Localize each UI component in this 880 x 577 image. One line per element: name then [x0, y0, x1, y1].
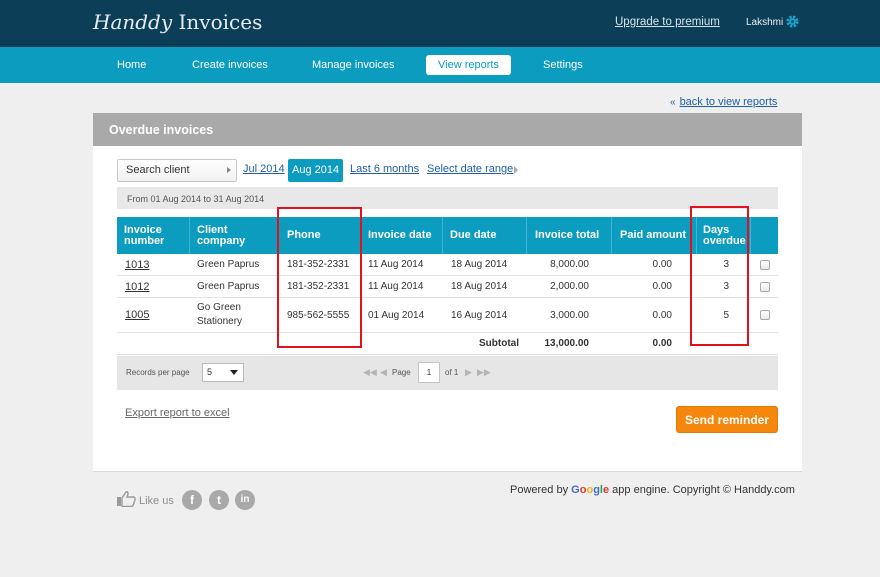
- table-header: Invoice number Client company Phone Invo…: [117, 217, 778, 254]
- powered-suffix: app engine. Copyright © Handdy.com: [612, 484, 795, 496]
- back-link-label: back to view reports: [679, 96, 778, 108]
- linkedin-icon[interactable]: in: [235, 490, 255, 510]
- last-page-icon[interactable]: ▶▶: [477, 367, 491, 378]
- highlight-box-days-overdue: [690, 206, 749, 346]
- caret-right-icon: [514, 166, 518, 174]
- app-logo[interactable]: Handdy Invoices: [93, 10, 262, 34]
- date-range-text: From 01 Aug 2014 to 31 Aug 2014: [117, 187, 778, 209]
- powered-by-text: Powered by Google app engine. Copyright …: [510, 484, 795, 496]
- page-of-label: of 1: [445, 368, 459, 377]
- nav-view-reports[interactable]: View reports: [426, 55, 511, 75]
- caret-down-icon: [230, 370, 238, 375]
- col-invoice-number[interactable]: Invoice number: [117, 217, 190, 254]
- col-due-date[interactable]: Due date: [443, 217, 527, 254]
- client-cell: Green Paprus: [197, 281, 260, 292]
- col-invoice-total[interactable]: Invoice total: [527, 217, 612, 254]
- total-cell: 2,000.00: [550, 281, 589, 292]
- table-row: 1013 Green Paprus 181-352-2331 11 Aug 20…: [117, 254, 778, 276]
- invoice-link[interactable]: 1005: [125, 309, 149, 321]
- search-client-label: Search client: [126, 164, 190, 176]
- next-page-icon[interactable]: ▶: [465, 367, 472, 378]
- due-date-cell: 18 Aug 2014: [451, 259, 508, 270]
- like-us-text: Like us: [139, 495, 174, 507]
- twitter-icon[interactable]: t: [209, 490, 229, 510]
- upgrade-link[interactable]: Upgrade to premium: [615, 16, 720, 28]
- subtotal-paid: 0.00: [652, 338, 672, 349]
- facebook-icon[interactable]: f: [182, 490, 202, 510]
- filter-date-range[interactable]: Select date range: [427, 163, 513, 175]
- row-checkbox[interactable]: [760, 259, 770, 270]
- search-client-select[interactable]: Search client: [117, 159, 237, 182]
- paid-cell: 0.00: [652, 281, 672, 292]
- paid-cell: 0.00: [652, 259, 672, 270]
- due-date-cell: 18 Aug 2014: [451, 281, 508, 292]
- double-chevron-left-icon: «: [670, 97, 676, 108]
- paid-cell: 0.00: [652, 309, 672, 321]
- page-number-input[interactable]: 1: [418, 362, 440, 383]
- row-checkbox-wrap: [760, 254, 770, 275]
- export-excel-link[interactable]: Export report to excel: [125, 407, 230, 419]
- nav-home[interactable]: Home: [105, 55, 158, 75]
- prev-page-icon[interactable]: ◀: [380, 367, 387, 378]
- invoice-date-cell: 01 Aug 2014: [368, 309, 425, 321]
- total-cell: 8,000.00: [550, 259, 589, 270]
- logo-script: Handdy: [93, 10, 173, 34]
- filter-aug-2014[interactable]: Aug 2014: [288, 159, 344, 182]
- filter-last-6-months[interactable]: Last 6 months: [350, 163, 419, 175]
- main-nav: Home Create invoices Manage invoices Vie…: [0, 47, 880, 83]
- powered-prefix: Powered by: [510, 484, 569, 496]
- table-row: 1012 Green Paprus 181-352-2331 11 Aug 20…: [117, 276, 778, 298]
- subtotal-row: Subtotal 13,000.00 0.00: [117, 333, 778, 355]
- row-checkbox-wrap: [760, 276, 770, 297]
- row-checkbox[interactable]: [760, 281, 770, 292]
- col-paid-amount[interactable]: Paid amount: [612, 217, 697, 254]
- logo-text: Invoices: [178, 10, 263, 34]
- client-cell: Go Green Stationery: [197, 302, 243, 327]
- highlight-box-phone: [277, 207, 362, 348]
- table-row: 1005 Go Green Stationery 985-562-5555 01…: [117, 298, 778, 333]
- subtotal-label: Subtotal: [479, 338, 519, 349]
- invoice-date-cell: 11 Aug 2014: [368, 281, 424, 292]
- filter-jul-2014[interactable]: Jul 2014: [243, 163, 285, 175]
- row-checkbox[interactable]: [760, 310, 770, 320]
- client-cell: Green Paprus: [197, 259, 260, 270]
- total-cell: 3,000.00: [550, 309, 589, 321]
- caret-right-icon: [227, 167, 231, 173]
- invoice-number-cell[interactable]: 1013: [125, 254, 149, 275]
- panel-title: Overdue invoices: [93, 113, 802, 146]
- thumbs-up-icon: [117, 491, 136, 507]
- col-invoice-date[interactable]: Invoice date: [361, 217, 443, 254]
- col-client-company[interactable]: Client company: [190, 217, 279, 254]
- google-brand: Google: [571, 484, 610, 496]
- pagination-bar: Records per page 5 ◀◀ ◀ Page 1 of 1 ▶ ▶▶: [117, 356, 778, 390]
- records-per-page-label: Records per page: [126, 368, 190, 377]
- nav-settings[interactable]: Settings: [531, 55, 595, 75]
- user-name[interactable]: Lakshmi: [746, 17, 783, 28]
- invoice-number-cell[interactable]: 1012: [125, 276, 149, 297]
- first-page-icon[interactable]: ◀◀: [363, 367, 377, 378]
- records-per-page-select[interactable]: 5: [202, 363, 244, 382]
- send-reminder-button[interactable]: Send reminder: [676, 406, 778, 433]
- back-to-reports-link[interactable]: «back to view reports: [670, 96, 777, 108]
- invoice-date-cell: 11 Aug 2014: [368, 259, 424, 270]
- invoice-link[interactable]: 1013: [125, 259, 149, 271]
- nav-create-invoices[interactable]: Create invoices: [180, 55, 280, 75]
- due-date-cell: 16 Aug 2014: [451, 309, 508, 321]
- top-header: Handdy Invoices Upgrade to premium Laksh…: [0, 0, 880, 47]
- invoice-number-cell[interactable]: 1005: [125, 298, 149, 332]
- row-checkbox-wrap: [760, 298, 770, 332]
- subtotal-total: 13,000.00: [544, 338, 590, 349]
- gear-icon[interactable]: [785, 14, 800, 29]
- records-per-page-value: 5: [207, 367, 213, 377]
- invoice-link[interactable]: 1012: [125, 281, 149, 293]
- nav-manage-invoices[interactable]: Manage invoices: [300, 55, 407, 75]
- page-label: Page: [392, 368, 411, 377]
